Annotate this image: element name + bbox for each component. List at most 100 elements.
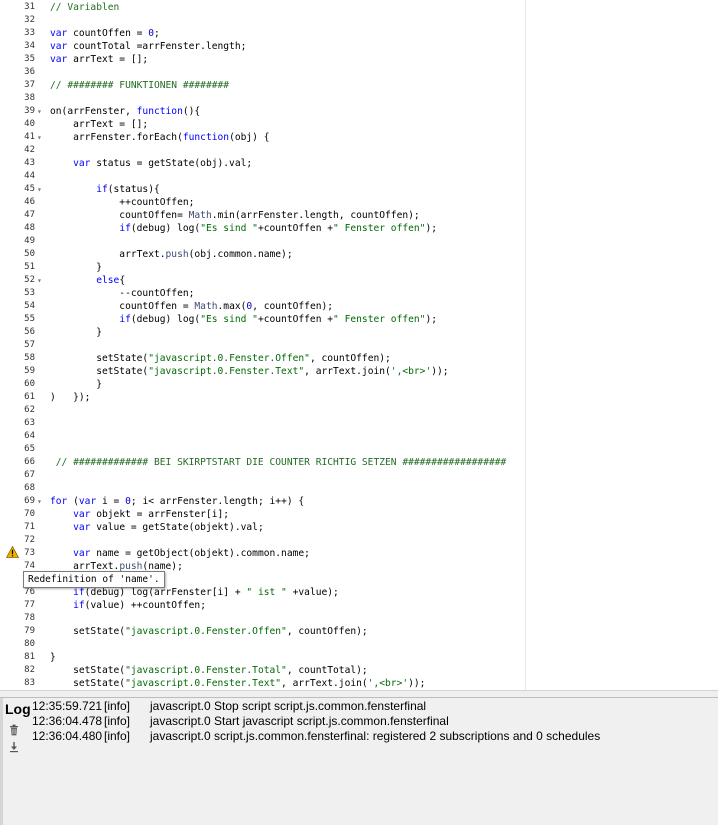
code-text: var status = getState(obj).val; — [50, 157, 252, 170]
code-text: var countOffen = 0; — [50, 27, 160, 40]
code-token: "javascript.0.Fenster.Text" — [148, 366, 305, 377]
code-line[interactable]: 80 — [0, 638, 718, 651]
code-token: // Variablen — [50, 2, 120, 13]
code-line[interactable]: 46 ++countOffen; — [0, 196, 718, 209]
code-line[interactable]: 61) }); — [0, 391, 718, 404]
code-line[interactable]: 34 var countTotal =arrFenster.length; — [0, 40, 718, 53]
line-number: 51 — [24, 262, 35, 272]
code-line[interactable]: 42 — [0, 144, 718, 157]
code-line[interactable]: 35 var arrText = []; — [0, 53, 718, 66]
code-token: )); — [431, 366, 449, 377]
code-line[interactable]: 57 — [0, 339, 718, 352]
code-line[interactable]: 58 setState("javascript.0.Fenster.Offen"… — [0, 352, 718, 365]
code-line[interactable]: 47 countOffen= Math.min(arrFenster.lengt… — [0, 209, 718, 222]
code-line[interactable]: 71 var value = getState(objekt).val; — [0, 521, 718, 534]
code-line[interactable]: 56 } — [0, 326, 718, 339]
fold-toggle-icon[interactable]: ▾ — [37, 495, 42, 508]
code-line[interactable]: 39 ▾ on(arrFenster, function(){ — [0, 105, 718, 118]
code-line[interactable]: 43 var status = getState(obj).val; — [0, 157, 718, 170]
code-text: if(debug) log("Es sind "+countOffen +" F… — [50, 313, 437, 326]
code-line[interactable]: 51 } — [0, 261, 718, 274]
code-line[interactable]: 72 — [0, 534, 718, 547]
code-line[interactable]: 62 — [0, 404, 718, 417]
code-line[interactable]: 31 // Variablen — [0, 1, 718, 14]
code-line[interactable]: 32 — [0, 14, 718, 27]
code-token: on(arrFenster, — [50, 106, 137, 117]
code-token: var — [73, 548, 91, 559]
line-number: 71 — [24, 522, 35, 532]
code-token: } — [50, 379, 102, 390]
line-number: 54 — [24, 301, 35, 311]
code-token: var — [73, 158, 91, 169]
code-line[interactable]: 54 countOffen = Math.max(0, countOffen); — [0, 300, 718, 313]
line-number: 56 — [24, 327, 35, 337]
line-number: 69 — [24, 496, 35, 506]
code-line[interactable]: 64 — [0, 430, 718, 443]
code-text: if(value) ++countOffen; — [50, 599, 206, 612]
code-line[interactable]: 69 ▾ for (var i = 0; i< arrFenster.length;… — [0, 495, 718, 508]
code-token: function — [182, 132, 230, 143]
fold-toggle-icon[interactable]: ▾ — [37, 131, 42, 144]
trash-icon[interactable] — [9, 724, 19, 736]
code-line[interactable]: 45 ▾ if(status){ — [0, 183, 718, 196]
code-line[interactable]: 67 — [0, 469, 718, 482]
line-number: 33 — [24, 28, 35, 38]
code-token: value = getState(objekt).val; — [90, 522, 264, 533]
code-line[interactable]: 55 if(debug) log("Es sind "+countOffen +… — [0, 313, 718, 326]
fold-toggle-icon[interactable]: ▾ — [37, 274, 42, 287]
code-text: if(debug) log("Es sind "+countOffen +" F… — [50, 222, 437, 235]
line-number: 62 — [24, 405, 35, 415]
code-line[interactable]: 37 // ######## FUNKTIONEN ######## — [0, 79, 718, 92]
code-line[interactable]: 59 setState("javascript.0.Fenster.Text",… — [0, 365, 718, 378]
code-token: name = getObject(objekt).common.name; — [90, 548, 310, 559]
code-line[interactable]: 82 setState("javascript.0.Fenster.Total"… — [0, 664, 718, 677]
code-text: var objekt = arrFenster[i]; — [50, 508, 229, 521]
code-line[interactable]: 48 if(debug) log("Es sind "+countOffen +… — [0, 222, 718, 235]
code-token: var — [73, 509, 91, 520]
code-line[interactable]: 38 — [0, 92, 718, 105]
code-line[interactable]: 52 ▾ else{ — [0, 274, 718, 287]
code-line[interactable]: 50 arrText.push(obj.common.name); — [0, 248, 718, 261]
code-line[interactable]: 66 // ############# BEI SKIRPTSTART DIE … — [0, 456, 718, 469]
fold-toggle-icon[interactable]: ▾ — [37, 183, 42, 196]
code-line[interactable]: 78 — [0, 612, 718, 625]
code-editor[interactable]: 31 // Variablen 32 33 var countOffen = 0; 34 v… — [0, 0, 718, 690]
code-token: arrText = []; — [67, 54, 149, 65]
code-token: countOffen = — [67, 28, 149, 39]
code-line[interactable]: 73 var name = getObject(objekt).common.n… — [0, 547, 718, 560]
code-line[interactable]: 53 --countOffen; — [0, 287, 718, 300]
code-line[interactable]: 40 arrText = []; — [0, 118, 718, 131]
code-token: if — [119, 223, 131, 234]
log-level: [info] — [104, 729, 131, 743]
code-token: "javascript.0.Fenster.Offen" — [148, 353, 310, 364]
code-token: --countOffen; — [50, 288, 195, 299]
line-number: 60 — [24, 379, 35, 389]
code-token: else — [96, 275, 120, 286]
panel-splitter[interactable] — [0, 690, 718, 698]
line-number: 41 — [24, 132, 35, 142]
code-token: (debug) log( — [130, 314, 201, 325]
code-token: Math — [188, 210, 212, 221]
code-text: ) }); — [50, 391, 90, 404]
code-line[interactable]: 65 — [0, 443, 718, 456]
code-line[interactable]: 60 } — [0, 378, 718, 391]
download-icon[interactable] — [9, 741, 19, 753]
code-line[interactable]: 63 — [0, 417, 718, 430]
code-line[interactable]: 36 — [0, 66, 718, 79]
code-text: on(arrFenster, function(){ — [50, 105, 200, 118]
code-line[interactable]: 41 ▾ arrFenster.forEach(function(obj) { — [0, 131, 718, 144]
code-line[interactable]: 81} — [0, 651, 718, 664]
warning-triangle-icon[interactable] — [6, 546, 19, 558]
code-token: setState( — [50, 626, 126, 637]
code-text: for (var i = 0; i< arrFenster.length; i+… — [50, 495, 304, 508]
code-line[interactable]: 44 — [0, 170, 718, 183]
code-line[interactable]: 79 setState("javascript.0.Fenster.Offen"… — [0, 625, 718, 638]
code-text: // ############# BEI SKIRPTSTART DIE COU… — [50, 456, 507, 469]
code-line[interactable]: 49 — [0, 235, 718, 248]
fold-toggle-icon[interactable]: ▾ — [37, 105, 42, 118]
code-line[interactable]: 77 if(value) ++countOffen; — [0, 599, 718, 612]
code-line[interactable]: 33 var countOffen = 0; — [0, 27, 718, 40]
code-line[interactable]: 83 setState("javascript.0.Fenster.Text",… — [0, 677, 718, 690]
code-line[interactable]: 70 var objekt = arrFenster[i]; — [0, 508, 718, 521]
code-line[interactable]: 68 — [0, 482, 718, 495]
